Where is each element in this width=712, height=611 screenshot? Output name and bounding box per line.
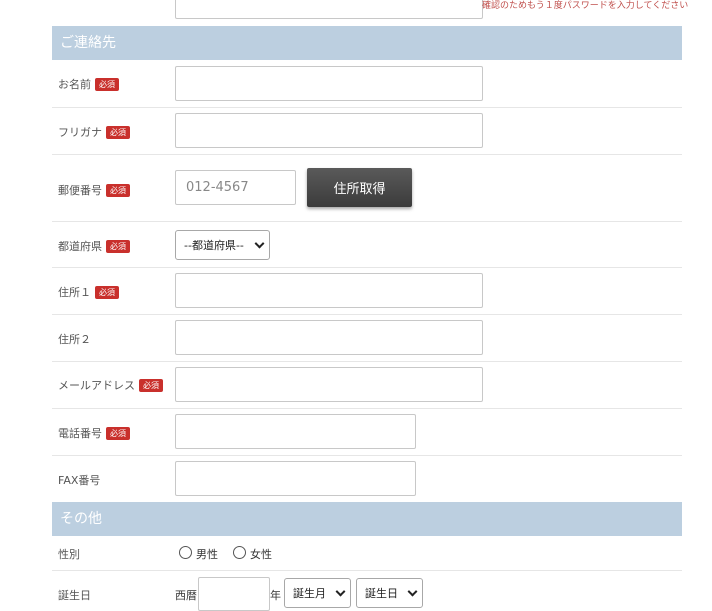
row-divider	[52, 154, 682, 155]
required-badge: 必須	[106, 239, 130, 253]
year-suffix-label: 年	[270, 589, 281, 602]
address2-label: 住所２	[58, 331, 91, 347]
row-divider	[52, 361, 682, 362]
prefecture-label: 都道府県 必須	[58, 238, 130, 254]
chevron-down-icon	[407, 586, 418, 597]
row-divider	[52, 221, 682, 222]
birthday-label: 誕生日	[58, 587, 91, 603]
furigana-label: フリガナ 必須	[58, 124, 130, 140]
required-badge: 必須	[106, 183, 130, 197]
phone-label: 電話番号 必須	[58, 425, 130, 441]
name-label-text: お名前	[58, 78, 91, 91]
phone-label-text: 電話番号	[58, 427, 102, 440]
chevron-down-icon	[254, 238, 265, 249]
address-lookup-button[interactable]: 住所取得	[307, 168, 412, 207]
address1-label-text: 住所１	[58, 286, 91, 299]
email-input[interactable]	[175, 367, 483, 402]
gender-male-radio[interactable]	[179, 546, 192, 559]
birthday-label-text: 誕生日	[58, 589, 91, 602]
postal-code-label: 郵便番号 必須	[58, 182, 130, 198]
birth-month-selected-value: 誕生月	[293, 587, 326, 600]
postal-code-label-text: 郵便番号	[58, 184, 102, 197]
row-divider	[52, 570, 682, 571]
gender-label: 性別	[58, 546, 80, 562]
name-input[interactable]	[175, 66, 483, 101]
gender-female-label: 女性	[250, 548, 272, 561]
fax-label-text: FAX番号	[58, 474, 101, 487]
email-label: メールアドレス 必須	[58, 377, 163, 393]
address2-label-text: 住所２	[58, 333, 91, 346]
required-badge: 必須	[106, 426, 130, 440]
chevron-down-icon	[335, 586, 346, 597]
gender-male-label: 男性	[196, 548, 218, 561]
row-divider	[52, 455, 682, 456]
prefecture-selected-value: --都道府県--	[184, 239, 244, 252]
fax-label: FAX番号	[58, 472, 100, 488]
password-confirm-note: 確認のためもう１度パスワードを入力してください	[482, 1, 689, 11]
row-divider	[52, 314, 682, 315]
name-label: お名前 必須	[58, 76, 119, 92]
required-badge: 必須	[95, 77, 119, 91]
address1-input[interactable]	[175, 273, 483, 308]
address1-label: 住所１ 必須	[58, 284, 119, 300]
birth-year-input[interactable]	[198, 577, 270, 611]
required-badge: 必須	[95, 285, 119, 299]
row-divider	[52, 408, 682, 409]
row-divider	[52, 267, 682, 268]
prefecture-label-text: 都道府県	[58, 240, 102, 253]
row-divider	[52, 107, 682, 108]
required-badge: 必須	[106, 125, 130, 139]
email-label-text: メールアドレス	[58, 379, 135, 392]
gender-female-radio[interactable]	[233, 546, 246, 559]
phone-input[interactable]	[175, 414, 416, 449]
address2-input[interactable]	[175, 320, 483, 355]
era-label: 西暦	[175, 589, 197, 602]
gender-label-text: 性別	[58, 548, 80, 561]
birth-day-selected-value: 誕生日	[365, 587, 398, 600]
postal-code-input[interactable]	[175, 170, 296, 205]
password-confirm-input[interactable]	[175, 0, 483, 19]
furigana-input[interactable]	[175, 113, 483, 148]
prefecture-select[interactable]: --都道府県--	[175, 230, 270, 260]
section-header-other: その他	[52, 502, 682, 536]
section-header-contact: ご連絡先	[52, 26, 682, 60]
required-badge: 必須	[139, 378, 163, 392]
furigana-label-text: フリガナ	[58, 126, 102, 139]
fax-input[interactable]	[175, 461, 416, 496]
